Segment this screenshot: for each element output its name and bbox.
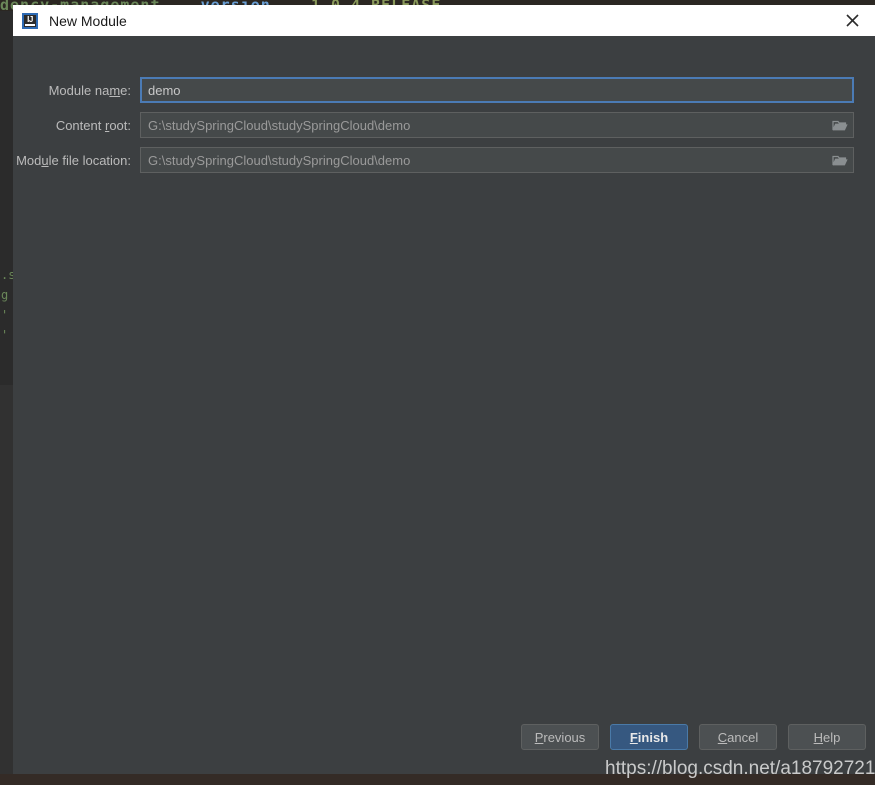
intellij-idea-icon: IJ xyxy=(22,12,38,29)
dialog-body: Module name: demo Content root: G:\study… xyxy=(13,36,875,774)
content-root-input[interactable]: G:\studySpringCloud\studySpringCloud\dem… xyxy=(140,112,854,138)
close-button[interactable] xyxy=(829,5,875,36)
dialog-titlebar: IJ New Module xyxy=(13,5,875,36)
previous-button[interactable]: Previous xyxy=(521,724,599,750)
content-root-label: Content root: xyxy=(55,117,131,133)
code-line: ' ( xyxy=(1,308,13,322)
ide-bottom-strip xyxy=(0,774,875,785)
module-file-location-input[interactable]: G:\studySpringCloud\studySpringCloud\dem… xyxy=(140,147,854,173)
code-line: .s xyxy=(1,268,13,282)
form-row-module-file-location: Module file location: G:\studySpringClou… xyxy=(13,147,875,173)
editor-left-panel xyxy=(0,385,13,774)
module-file-location-value: G:\studySpringCloud\studySpringCloud\dem… xyxy=(148,152,411,168)
content-root-value: G:\studySpringCloud\studySpringCloud\dem… xyxy=(148,117,411,133)
form-row-module-name: Module name: demo xyxy=(13,77,875,103)
module-name-label: Module name: xyxy=(48,82,131,98)
close-icon xyxy=(845,13,860,28)
editor-code-fragment: .s g ' ( ' ( xyxy=(0,265,13,385)
code-line: ' ( xyxy=(1,328,13,342)
module-name-input[interactable]: demo xyxy=(140,77,854,103)
dialog-footer: Previous Finish Cancel Help xyxy=(13,718,875,774)
folder-open-icon[interactable] xyxy=(832,153,848,167)
module-file-location-label: Module file location: xyxy=(16,152,131,168)
app-icon-underline xyxy=(25,23,35,26)
dialog-title: New Module xyxy=(49,12,127,29)
new-module-dialog: IJ New Module Module name: demo Content … xyxy=(13,5,875,774)
form-row-content-root: Content root: G:\studySpringCloud\studyS… xyxy=(13,112,875,138)
app-icon-label: IJ xyxy=(27,14,33,24)
cancel-button[interactable]: Cancel xyxy=(699,724,777,750)
help-button[interactable]: Help xyxy=(788,724,866,750)
finish-button[interactable]: Finish xyxy=(610,724,688,750)
folder-open-icon[interactable] xyxy=(832,118,848,132)
code-line: g xyxy=(1,288,9,302)
